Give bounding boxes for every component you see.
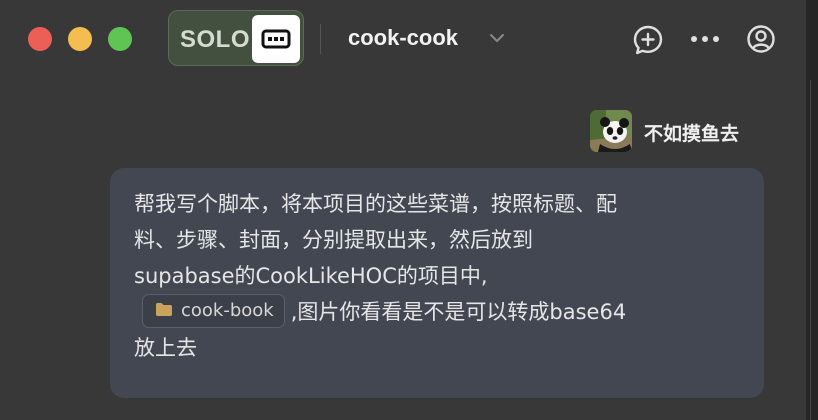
message-line-text: ,图片你看看是不是可以转成base64 — [290, 300, 627, 324]
edge-divider — [810, 80, 811, 420]
username: 不如摸鱼去 — [644, 123, 740, 145]
solo-mode-badge[interactable]: SOLO — [168, 10, 304, 66]
window-edge — [806, 0, 818, 420]
chevron-down-icon[interactable] — [488, 31, 506, 45]
folder-reference-chip[interactable]: cook-book — [142, 294, 285, 328]
account-icon[interactable] — [746, 24, 776, 54]
message-line: 料、步骤、封面，分别提取出来，然后放到 — [134, 228, 533, 252]
folder-icon — [156, 302, 172, 316]
title-divider — [320, 24, 321, 54]
app-window: SOLO cook-cook 不如摸鱼去 帮我写个脚本，将本项目的这些菜谱，按照… — [0, 0, 806, 420]
message-line: supabase的CookLikeHOC的项目中, — [134, 264, 488, 288]
solo-mode-icon — [252, 15, 300, 63]
new-chat-icon[interactable] — [632, 24, 664, 56]
zoom-window-button[interactable] — [108, 27, 132, 51]
user-message-bubble: 帮我写个脚本，将本项目的这些菜谱，按照标题、配 料、步骤、封面，分别提取出来，然… — [110, 168, 764, 398]
minimize-window-button[interactable] — [68, 27, 92, 51]
solo-label: SOLO — [180, 26, 251, 53]
title-bar: SOLO cook-cook — [0, 0, 806, 78]
folder-chip-label: cook-book — [181, 300, 274, 321]
message-line: 放上去 — [134, 336, 197, 360]
project-name[interactable]: cook-cook — [348, 25, 458, 51]
panda-avatar[interactable] — [590, 110, 632, 152]
message-line-with-chip: cook-book ,图片你看看是不是可以转成base64 — [134, 294, 744, 330]
more-icon[interactable] — [690, 35, 720, 43]
close-window-button[interactable] — [28, 27, 52, 51]
message-line: 帮我写个脚本，将本项目的这些菜谱，按照标题、配 — [134, 192, 617, 216]
message-text: 帮我写个脚本，将本项目的这些菜谱，按照标题、配 料、步骤、封面，分别提取出来，然… — [134, 186, 744, 366]
